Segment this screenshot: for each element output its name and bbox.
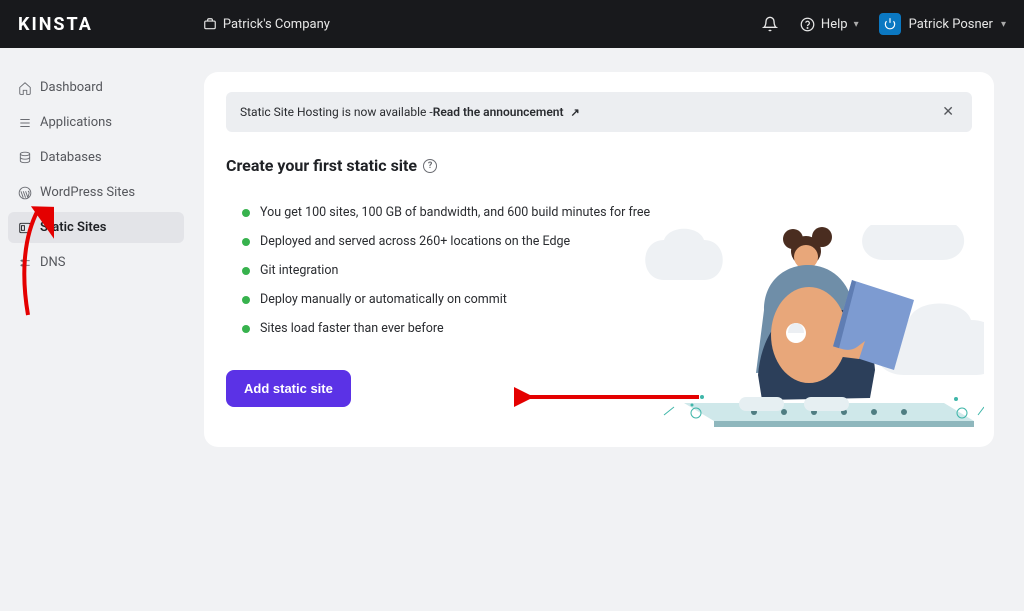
sidebar-item-dns[interactable]: DNS: [8, 247, 184, 278]
top-header: KINSTA Patrick's Company Help ▾ Patrick …: [0, 0, 1024, 48]
wordpress-icon: [18, 186, 32, 200]
content-card: Static Site Hosting is now available - R…: [204, 72, 994, 447]
dns-icon: [18, 256, 32, 270]
panel-icon: [18, 221, 32, 235]
help-menu[interactable]: Help ▾: [800, 17, 859, 32]
main-layout: Dashboard Applications Databases WordPre…: [0, 48, 1024, 477]
help-tooltip-icon[interactable]: ?: [423, 159, 437, 173]
check-dot-icon: [242, 238, 250, 246]
sidebar-item-label: WordPress Sites: [40, 185, 135, 200]
check-dot-icon: [242, 267, 250, 275]
sidebar-item-applications[interactable]: Applications: [8, 107, 184, 138]
announcement-banner: Static Site Hosting is now available - R…: [226, 92, 972, 132]
help-circle-icon: [800, 17, 815, 32]
external-link-icon: ↗: [571, 106, 580, 119]
banner-text: Static Site Hosting is now available -: [240, 105, 433, 119]
sidebar-item-label: Databases: [40, 150, 102, 165]
feature-item: You get 100 sites, 100 GB of bandwidth, …: [242, 205, 972, 220]
sidebar-item-label: Static Sites: [40, 220, 106, 235]
sidebar-item-label: Applications: [40, 115, 112, 130]
check-dot-icon: [242, 296, 250, 304]
sidebar-item-label: DNS: [40, 255, 66, 270]
sidebar-item-wordpress[interactable]: WordPress Sites: [8, 177, 184, 208]
database-icon: [18, 151, 32, 165]
help-label: Help: [821, 17, 848, 32]
notifications-button[interactable]: [760, 14, 780, 34]
banner-close-button[interactable]: ✕: [938, 102, 958, 122]
sidebar-item-label: Dashboard: [40, 80, 103, 95]
stack-icon: [18, 116, 32, 130]
check-dot-icon: [242, 209, 250, 217]
chevron-down-icon: ▾: [1001, 19, 1006, 30]
sidebar-item-static-sites[interactable]: Static Sites: [8, 212, 184, 243]
add-static-site-button[interactable]: Add static site: [226, 370, 351, 407]
hero-illustration: [644, 225, 984, 435]
banner-link[interactable]: Read the announcement ↗: [433, 105, 580, 119]
check-dot-icon: [242, 325, 250, 333]
briefcase-icon: [203, 17, 217, 31]
chevron-down-icon: ▾: [854, 19, 859, 30]
header-right: Help ▾ Patrick Posner ▾: [760, 13, 1006, 35]
main-area: Static Site Hosting is now available - R…: [192, 48, 1024, 477]
user-name: Patrick Posner: [909, 17, 993, 32]
sidebar-item-databases[interactable]: Databases: [8, 142, 184, 173]
company-name: Patrick's Company: [223, 17, 330, 32]
close-icon: ✕: [942, 104, 954, 120]
avatar: [879, 13, 901, 35]
user-menu[interactable]: Patrick Posner ▾: [879, 13, 1006, 35]
brand-logo: KINSTA: [18, 14, 93, 35]
power-icon: [883, 17, 897, 31]
home-icon: [18, 81, 32, 95]
company-selector[interactable]: Patrick's Company: [203, 17, 330, 32]
bell-icon: [762, 16, 778, 32]
page-title: Create your first static site ?: [226, 156, 972, 175]
sidebar: Dashboard Applications Databases WordPre…: [0, 48, 192, 477]
sidebar-item-dashboard[interactable]: Dashboard: [8, 72, 184, 103]
